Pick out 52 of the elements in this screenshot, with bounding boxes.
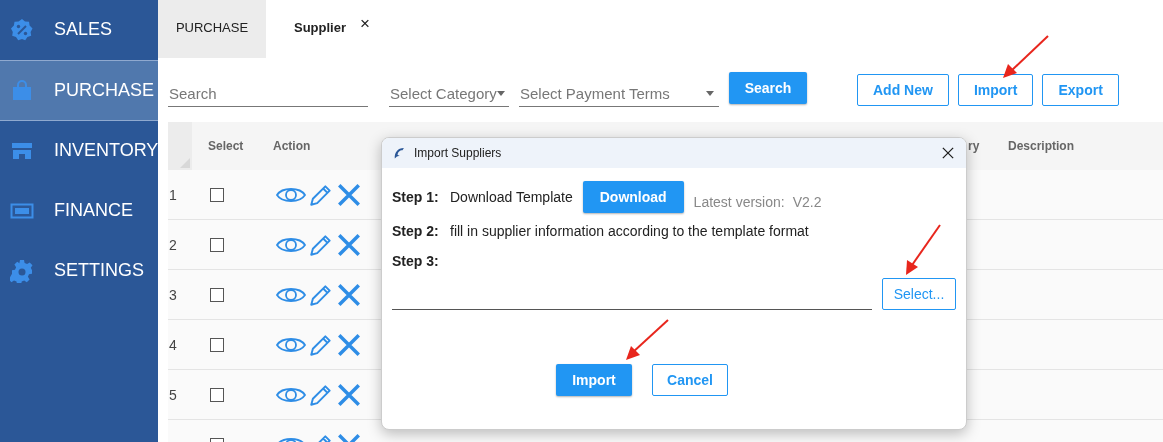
checkbox[interactable] [210, 387, 224, 402]
search-button[interactable]: Search [729, 72, 807, 104]
download-button[interactable]: Download [582, 181, 684, 213]
column-header: Select [207, 139, 245, 153]
row-number: 5 [168, 386, 178, 403]
column-header: Description [1007, 139, 1075, 153]
row-number: 1 [168, 186, 178, 203]
bag-icon [10, 78, 34, 103]
dolphin-icon [392, 146, 406, 160]
row-number: 2 [168, 236, 178, 253]
annotation-arrow [1002, 34, 1050, 80]
delete-icon[interactable] [336, 181, 362, 208]
checkbox[interactable] [210, 187, 224, 202]
category-dropdown[interactable]: Select Category [389, 81, 509, 107]
row-number: 4 [168, 336, 178, 353]
dialog-button[interactable]: Cancel [652, 364, 728, 396]
close-icon[interactable]: × [360, 14, 370, 34]
select-button[interactable]: Select... [882, 278, 956, 310]
close-icon[interactable] [942, 147, 954, 159]
toolbar-button[interactable]: Export [1042, 74, 1119, 106]
delete-icon[interactable] [336, 231, 362, 258]
dialog-button[interactable]: Import [556, 364, 632, 396]
checkbox[interactable] [210, 337, 224, 352]
step-label: Step 2: [392, 223, 440, 239]
annotation-arrow [905, 223, 942, 276]
delete-icon[interactable] [336, 331, 362, 358]
delete-icon[interactable] [336, 381, 362, 408]
sidebar-item[interactable]: PURCHASE [0, 60, 158, 121]
step-label: Step 1: [392, 189, 440, 205]
checkbox[interactable] [210, 287, 224, 302]
sidebar-item[interactable]: FINANCE [0, 181, 158, 241]
sidebar-item[interactable]: SETTINGS [0, 241, 158, 301]
percent-badge-icon [10, 17, 34, 42]
payment-terms-dropdown[interactable]: Select Payment Terms [519, 81, 719, 107]
column-header: ry [967, 139, 981, 153]
toolbar-button[interactable]: Import [957, 74, 1034, 106]
search-field[interactable]: Search [168, 81, 368, 107]
version-label: Latest version: [693, 194, 785, 210]
step-label: Step 3: [392, 253, 440, 269]
settings-icon [10, 258, 34, 283]
step-text: Download Template [450, 189, 573, 205]
version-text: V2.2 [792, 194, 822, 210]
column-header: Action [272, 139, 312, 153]
sidebar-item[interactable]: INVENTORY [0, 121, 158, 181]
dialog-title: Import Suppliers [414, 146, 503, 160]
step-text: fill in supplier information according to the template format [450, 223, 809, 239]
checkbox[interactable] [210, 237, 224, 252]
tab[interactable]: PURCHASE [158, 0, 266, 58]
row-number: 3 [168, 286, 178, 303]
annotation-arrow [625, 318, 670, 361]
toolbar-button[interactable]: Add New [857, 74, 949, 106]
delete-icon[interactable] [336, 281, 362, 308]
